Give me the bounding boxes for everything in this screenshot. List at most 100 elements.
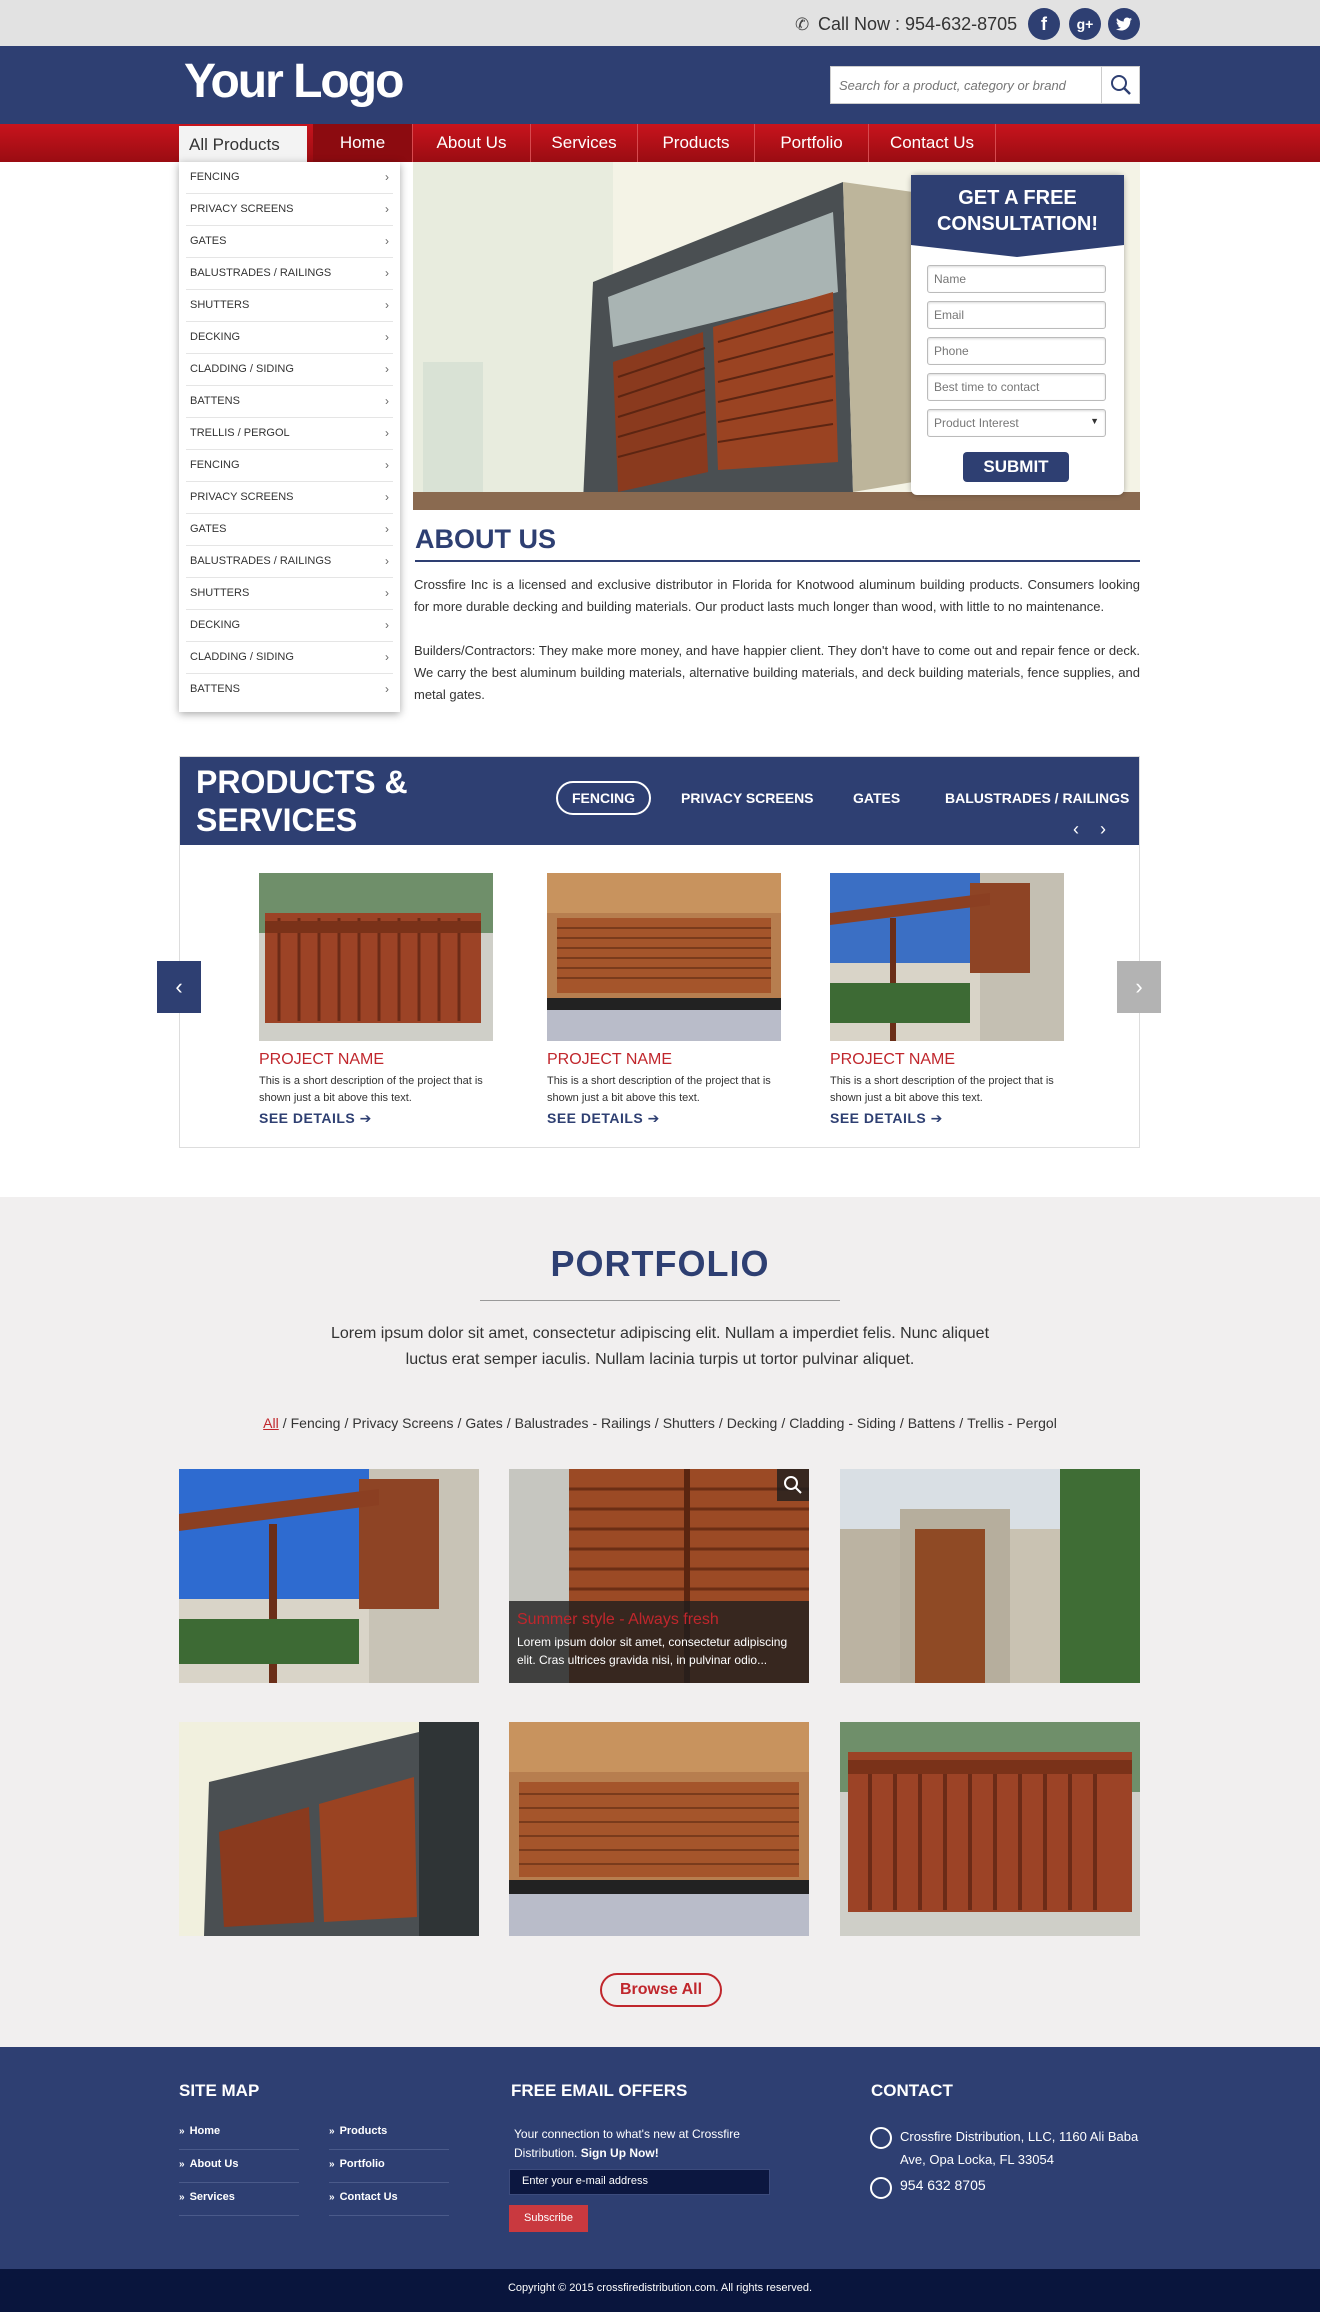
filter-balustrades[interactable]: Balustrades - Railings <box>515 1415 651 1431</box>
search-box <box>830 66 1140 104</box>
sidebar-item-label: GATES <box>190 235 227 247</box>
contact-phone[interactable]: 954 632 8705 <box>900 2177 986 2193</box>
nav-contact-us[interactable]: Contact Us <box>869 124 996 162</box>
sidebar-item-decking[interactable]: DECKING › <box>186 610 393 642</box>
see-details-link[interactable]: SEE DETAILS ➔ <box>830 1110 1064 1127</box>
sidebar-item-label: SHUTTERS <box>190 299 250 311</box>
filter-shutters[interactable]: Shutters <box>663 1415 715 1431</box>
portfolio-item[interactable]: Summer style - Always fresh Lorem ipsum … <box>509 1469 809 1683</box>
main-nav: All Products Home About Us Services Prod… <box>0 124 1320 162</box>
search-input[interactable] <box>831 67 1099 103</box>
portfolio-item[interactable] <box>840 1722 1140 1936</box>
sidebar-item-balustrades[interactable]: BALUSTRADES / RAILINGS › <box>186 258 393 290</box>
site-logo[interactable]: Your Logo <box>184 54 404 109</box>
filter-fencing[interactable]: Fencing <box>291 1415 341 1431</box>
see-details-link[interactable]: SEE DETAILS ➔ <box>547 1110 781 1127</box>
tab-balustrades[interactable]: BALUSTRADES / RAILINGS <box>945 781 1129 815</box>
filter-decking[interactable]: Decking <box>727 1415 778 1431</box>
phone-icon: ✆ <box>795 15 810 34</box>
location-icon <box>870 2127 892 2149</box>
phone-field[interactable]: Phone <box>927 337 1106 365</box>
portfolio-item[interactable] <box>179 1469 479 1683</box>
sidebar-item-fencing[interactable]: FENCING › <box>186 162 393 194</box>
search-icon <box>784 1476 802 1494</box>
filter-privacy-screens[interactable]: Privacy Screens <box>352 1415 453 1431</box>
phone-text: Call Now : 954-632-8705 <box>818 14 1018 34</box>
product-image[interactable] <box>547 873 781 1041</box>
phone-number[interactable]: ✆ Call Now : 954-632-8705 <box>795 14 1017 35</box>
nav-portfolio[interactable]: Portfolio <box>755 124 869 162</box>
carousel-next-button[interactable]: › <box>1117 961 1161 1013</box>
portfolio-item[interactable] <box>179 1722 479 1936</box>
search-icon <box>1111 75 1131 95</box>
email-input[interactable]: Enter your e-mail address <box>509 2169 770 2195</box>
nav-products[interactable]: Products <box>638 124 755 162</box>
nav-services[interactable]: Services <box>531 124 638 162</box>
chevron-left-icon[interactable]: ‹ <box>1073 819 1079 840</box>
sidebar-item-balustrades[interactable]: BALUSTRADES / RAILINGS › <box>186 546 393 578</box>
nav-home[interactable]: Home <box>313 124 413 162</box>
divider <box>480 1300 840 1301</box>
sidebar-item-cladding[interactable]: CLADDING / SIDING › <box>186 354 393 386</box>
portfolio-item[interactable] <box>509 1722 809 1936</box>
product-interest-select[interactable]: Product Interest ▼ <box>927 409 1106 437</box>
footer-link-home[interactable]: » Home <box>179 2117 299 2150</box>
sidebar-item-battens[interactable]: BATTENS › <box>186 674 393 706</box>
sidebar-item-label: PRIVACY SCREENS <box>190 491 294 503</box>
chevron-right-icon[interactable]: › <box>1100 819 1106 840</box>
subscribe-button[interactable]: Subscribe <box>509 2205 588 2232</box>
sidebar-item-label: DECKING <box>190 331 241 343</box>
best-time-field[interactable]: Best time to contact <box>927 373 1106 401</box>
copyright: Copyright © 2015 crossfiredistribution.c… <box>0 2269 1320 2312</box>
footer-link-about-us[interactable]: » About Us <box>179 2150 299 2183</box>
portfolio-item[interactable] <box>840 1469 1140 1683</box>
filter-gates[interactable]: Gates <box>465 1415 502 1431</box>
tab-gates[interactable]: GATES <box>853 781 900 815</box>
sidebar-item-gates[interactable]: GATES › <box>186 226 393 258</box>
twitter-icon[interactable] <box>1108 8 1140 40</box>
all-products-button[interactable]: All Products <box>179 126 307 162</box>
browse-all-button[interactable]: Browse All <box>600 1973 722 2007</box>
sidebar-item-privacy-screens[interactable]: PRIVACY SCREENS › <box>186 194 393 226</box>
submit-button[interactable]: SUBMIT <box>963 452 1069 482</box>
footer-link-contact-us[interactable]: » Contact Us <box>329 2183 449 2216</box>
product-card: PROJECT NAME This is a short description… <box>259 873 493 1127</box>
product-image[interactable] <box>259 873 493 1041</box>
filter-battens[interactable]: Battens <box>908 1415 955 1431</box>
nav-about-us[interactable]: About Us <box>413 124 531 162</box>
sidebar-item-label: BATTENS <box>190 683 240 695</box>
footer-link-portfolio[interactable]: » Portfolio <box>329 2150 449 2183</box>
product-image[interactable] <box>830 873 1064 1041</box>
footer-link-products[interactable]: » Products <box>329 2117 449 2150</box>
tab-privacy-screens[interactable]: PRIVACY SCREENS <box>681 781 814 815</box>
name-field[interactable]: Name <box>927 265 1106 293</box>
sidebar-item-cladding[interactable]: CLADDING / SIDING › <box>186 642 393 674</box>
facebook-icon[interactable]: f <box>1028 8 1060 40</box>
filter-trellis[interactable]: Trellis - Pergol <box>967 1415 1057 1431</box>
email-field[interactable]: Email <box>927 301 1106 329</box>
project-name: PROJECT NAME <box>259 1051 385 1068</box>
sidebar-item-decking[interactable]: DECKING › <box>186 322 393 354</box>
footer-link-services[interactable]: » Services <box>179 2183 299 2216</box>
sidebar-item-gates[interactable]: GATES › <box>186 514 393 546</box>
sidebar-item-shutters[interactable]: SHUTTERS › <box>186 290 393 322</box>
sidebar-item-fencing[interactable]: FENCING › <box>186 450 393 482</box>
zoom-button[interactable] <box>777 1469 809 1501</box>
see-details-link[interactable]: SEE DETAILS ➔ <box>259 1110 493 1127</box>
product-card: PROJECT NAME This is a short description… <box>547 873 781 1127</box>
chevron-right-icon: › <box>385 266 389 280</box>
tab-fencing[interactable]: FENCING <box>556 781 651 815</box>
sidebar-item-label: BALUSTRADES / RAILINGS <box>190 267 332 279</box>
double-chevron-icon: » <box>329 2159 335 2170</box>
search-button[interactable] <box>1101 67 1139 103</box>
filter-cladding[interactable]: Cladding - Siding <box>789 1415 896 1431</box>
sidebar-item-trellis[interactable]: TRELLIS / PERGOL › <box>186 418 393 450</box>
filter-all[interactable]: All <box>263 1415 279 1431</box>
arrow-circle-icon: ➔ <box>647 1110 660 1126</box>
google-plus-icon[interactable]: g+ <box>1069 8 1101 40</box>
sidebar-item-battens[interactable]: BATTENS › <box>186 386 393 418</box>
sidebar-item-shutters[interactable]: SHUTTERS › <box>186 578 393 610</box>
sidebar-item-privacy-screens[interactable]: PRIVACY SCREENS › <box>186 482 393 514</box>
carousel-prev-button[interactable]: ‹ <box>157 961 201 1013</box>
sidebar-item-label: GATES <box>190 523 227 535</box>
